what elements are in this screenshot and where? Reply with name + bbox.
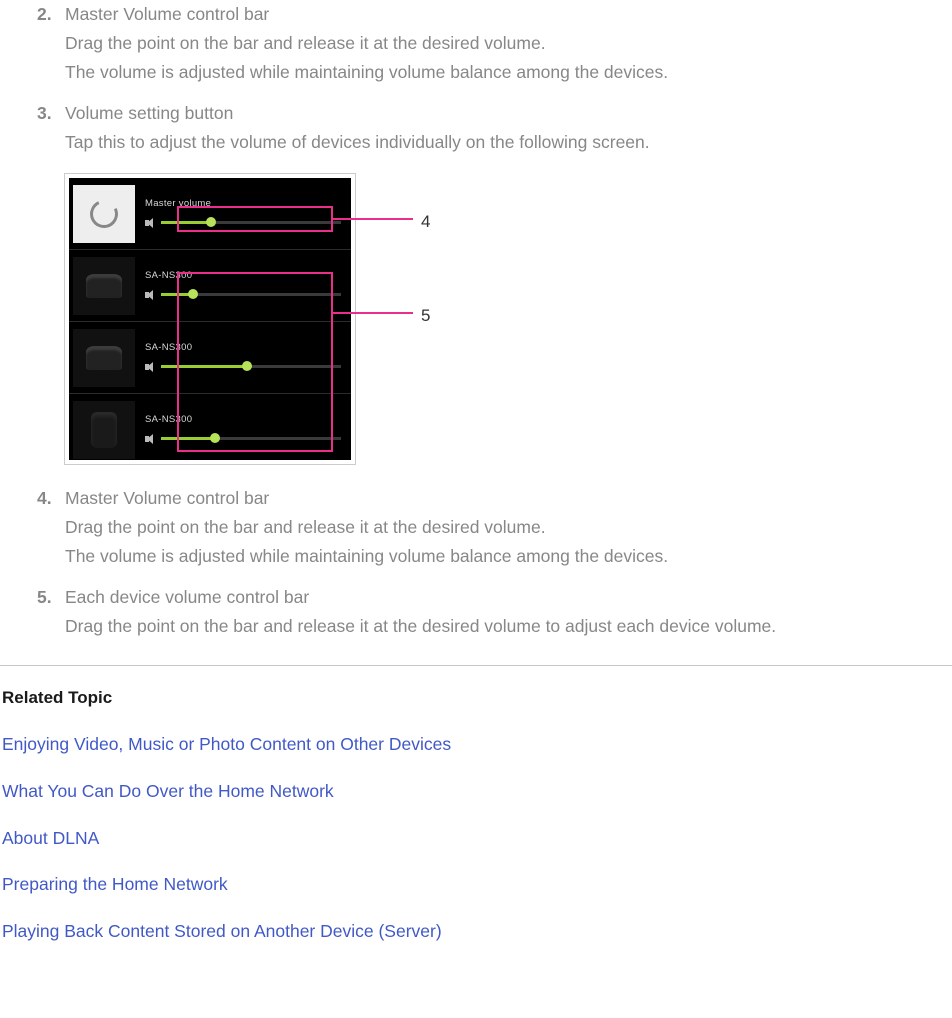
row-label: Master volume [145,196,341,212]
related-link[interactable]: Preparing the Home Network [2,874,228,894]
item-body-line: Drag the point on the bar and release it… [65,29,952,58]
device-volume-slider[interactable] [145,430,341,448]
speaker-icon [145,218,155,228]
speaker-icon [145,362,155,372]
item-number: 5. [37,583,52,612]
related-link[interactable]: About DLNA [2,828,99,848]
device-thumbnail [73,329,135,387]
related-links: Enjoying Video, Music or Photo Content o… [2,730,952,946]
related-topic-heading: Related Topic [2,684,952,712]
item-number: 3. [37,99,52,128]
callout-line [333,218,413,220]
list-item-3: 3. Volume setting button Tap this to adj… [65,99,952,465]
list-item-5: 5. Each device volume control bar Drag t… [65,583,952,641]
row-label: SA-NS300 [145,412,341,428]
item-title: Master Volume control bar [65,484,952,513]
callout-number-5: 5 [421,302,430,330]
callout-line [333,312,413,314]
item-title: Each device volume control bar [65,583,952,612]
item-title: Master Volume control bar [65,0,952,29]
speaker-icon [145,434,155,444]
list-item-4: 4. Master Volume control bar Drag the po… [65,484,952,571]
item-body-line: Tap this to adjust the volume of devices… [65,128,952,157]
diagram-row-device: SA-NS300 [69,394,351,464]
item-body-line: Drag the point on the bar and release it… [65,612,952,641]
related-link[interactable]: What You Can Do Over the Home Network [2,781,334,801]
list-item-2: 2. Master Volume control bar Drag the po… [65,0,952,87]
item-number: 4. [37,484,52,513]
item-body-line: The volume is adjusted while maintaining… [65,542,952,571]
related-link[interactable]: Enjoying Video, Music or Photo Content o… [2,734,451,754]
speaker-icon [145,290,155,300]
divider [0,665,952,666]
row-label: SA-NS300 [145,340,341,356]
diagram-row-device: SA-NS300 [69,322,351,394]
music-icon [73,185,135,243]
device-volume-slider[interactable] [145,286,341,304]
row-label: SA-NS300 [145,268,341,284]
device-thumbnail [73,257,135,315]
diagram-row-device: SA-NS300 [69,250,351,322]
volume-diagram: Master volume SA-NS300 [65,174,952,464]
numbered-list: 2. Master Volume control bar Drag the po… [0,0,952,641]
device-thumbnail [73,401,135,459]
item-body-line: The volume is adjusted while maintaining… [65,58,952,87]
diagram-frame: Master volume SA-NS300 [65,174,355,464]
device-volume-slider[interactable] [145,358,341,376]
master-volume-slider[interactable] [145,214,341,232]
related-link[interactable]: Playing Back Content Stored on Another D… [2,921,442,941]
diagram-row-master: Master volume [69,178,351,250]
item-title: Volume setting button [65,99,952,128]
callout-number-4: 4 [421,208,430,236]
item-number: 2. [37,0,52,29]
item-body-line: Drag the point on the bar and release it… [65,513,952,542]
